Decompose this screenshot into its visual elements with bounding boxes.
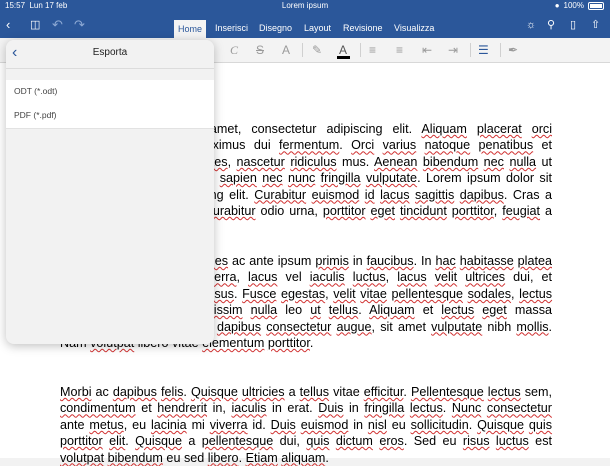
battery-icon [588,2,604,10]
status-bar: 15:57 Lun 17 feb Lorem ipsum ● 100% [0,0,610,12]
export-option-odt[interactable]: ODT (*.odt) [6,80,214,105]
redo-icon[interactable]: ↷ [74,18,85,32]
back-icon[interactable]: ‹ [6,18,10,32]
export-option-pdf[interactable]: PDF (*.pdf) [6,104,214,129]
lightbulb-icon[interactable]: ☼ [526,18,536,32]
document-title: Lorem ipsum [281,1,329,10]
export-panel-title: Esporta [92,47,128,58]
italic-button[interactable]: C [230,42,238,58]
tab-inserisci[interactable]: Inserisci [211,20,252,36]
clear-format-button[interactable]: A [282,42,290,58]
bullet-list-icon[interactable]: ≡ [369,42,376,58]
styles-icon[interactable]: ☰ [478,42,489,58]
share-icon[interactable]: ⇧ [591,18,600,32]
battery-label: 100% [563,1,584,10]
tab-revisione[interactable]: Revisione [339,20,387,36]
tab-home[interactable]: Home [174,20,207,38]
divider [470,43,471,57]
divider [500,43,501,57]
tab-disegno[interactable]: Disegno [255,20,296,36]
strikethrough-button[interactable]: S [256,42,264,58]
export-option-label: PDF (*.pdf) [14,110,57,120]
wifi-icon: ● [554,1,560,10]
mobile-view-icon[interactable]: ▯ [570,18,576,32]
search-icon[interactable]: ⚲ [547,18,555,32]
ribbon: ‹ ◫ ↶ ↷ Home Inserisci Disegno Layout Re… [0,12,610,38]
decrease-indent-icon[interactable]: ⇤ [422,42,432,58]
tab-layout[interactable]: Layout [300,20,335,36]
status-indicators: ● 100% [555,0,604,12]
export-option-label: ODT (*.odt) [14,86,58,96]
paragraph-3: Morbi ac dapibus felis. Quisque ultricie… [60,385,553,465]
tab-visualizza[interactable]: Visualizza [390,20,438,36]
divider [302,43,303,57]
export-panel: ‹ Esporta ODT (*.odt) PDF (*.pdf) [6,40,214,344]
pen-icon[interactable]: ✒ [508,42,518,58]
undo-icon[interactable]: ↶ [52,18,63,32]
numbered-list-icon[interactable]: ≡ [396,42,403,58]
increase-indent-icon[interactable]: ⇥ [448,42,458,58]
export-panel-header: ‹ Esporta [6,40,214,69]
font-color-swatch [337,56,350,59]
file-export-icon[interactable]: ◫ [30,18,40,32]
highlighter-icon[interactable]: ✎ [312,42,322,58]
divider [360,43,361,57]
